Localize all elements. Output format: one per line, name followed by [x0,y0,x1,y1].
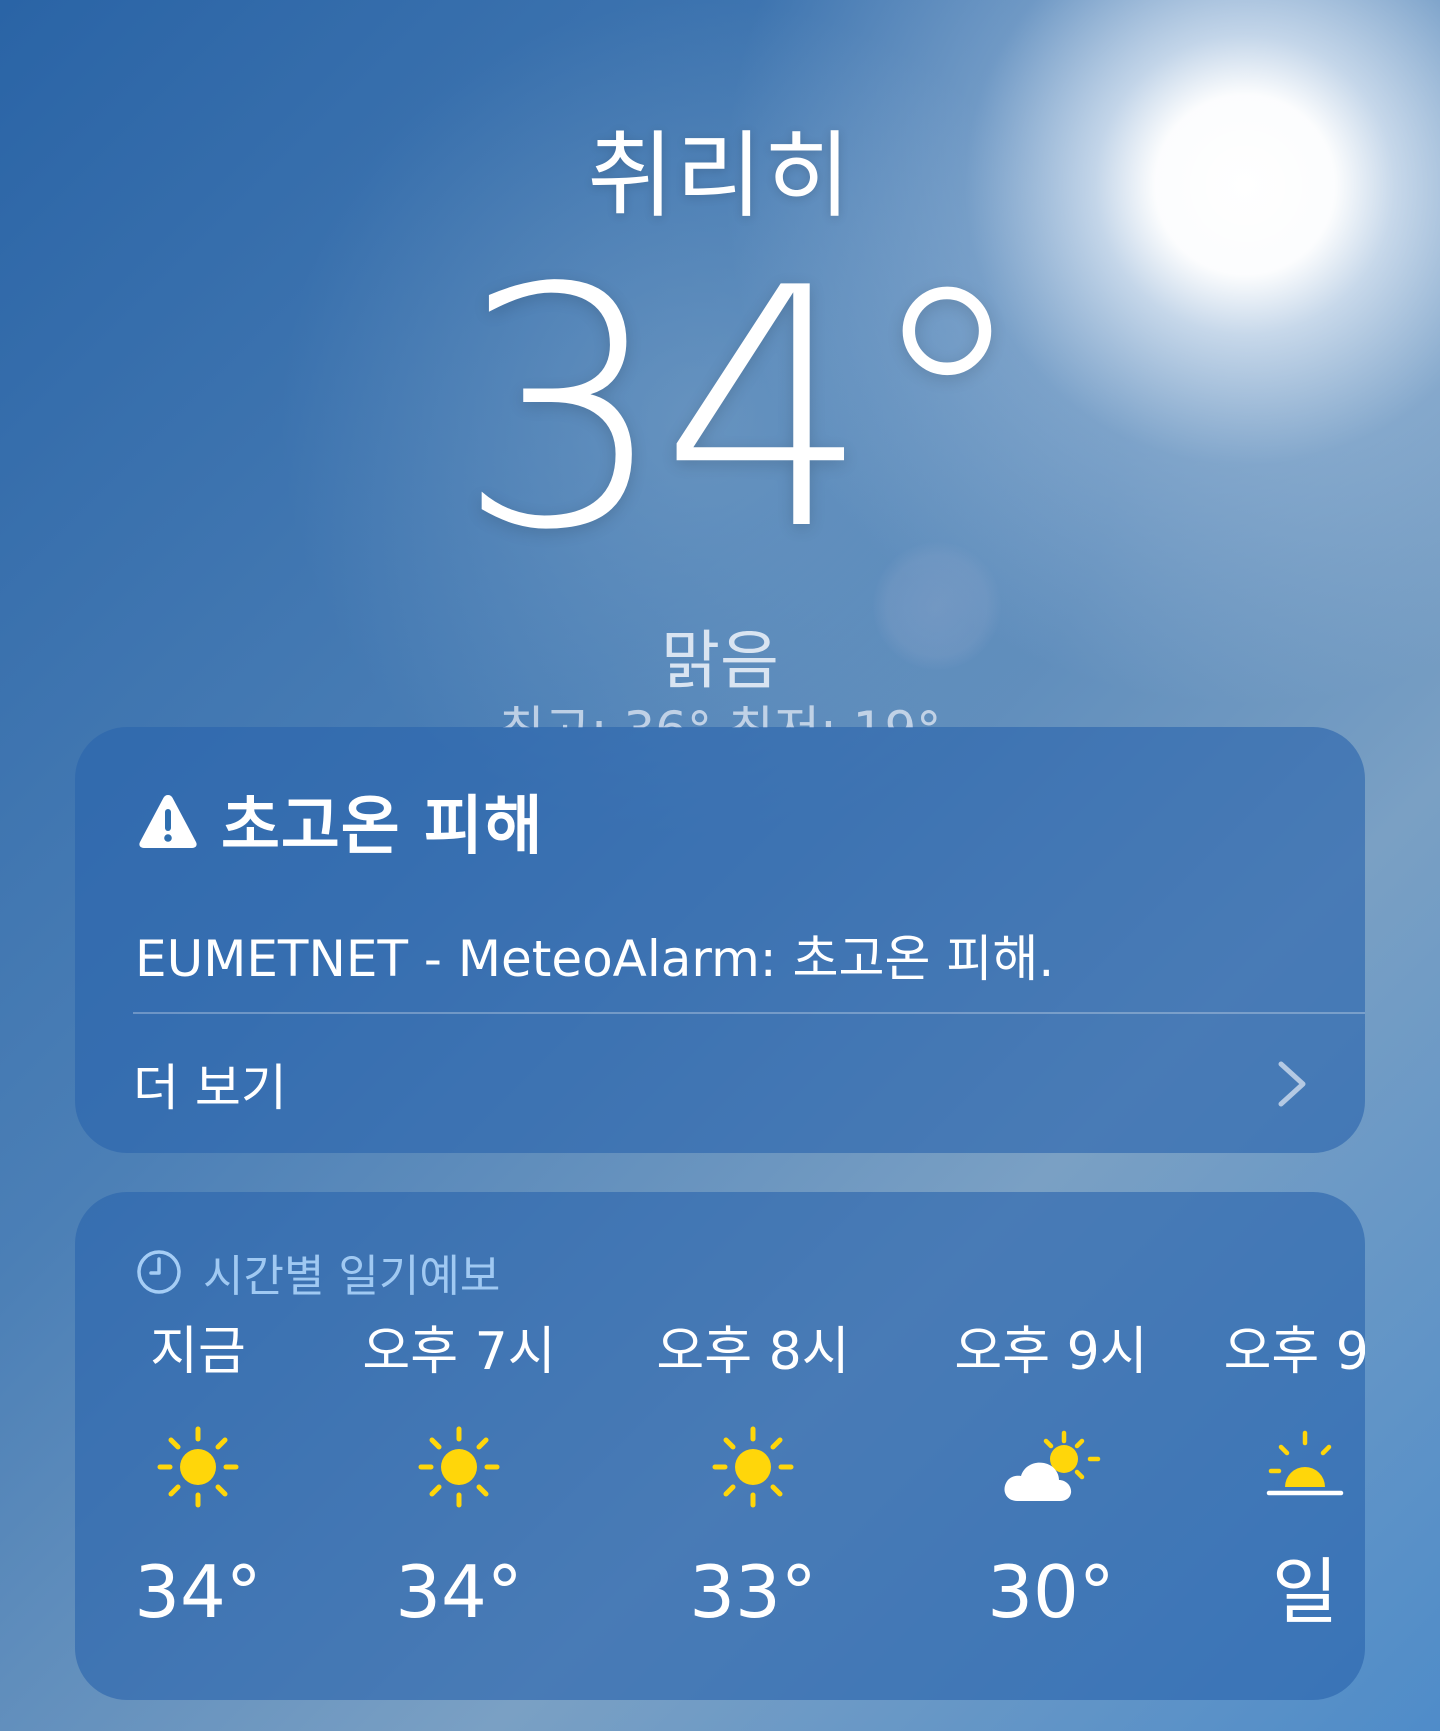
hour-item[interactable]: 오후 7시 34° [334,1312,584,1642]
hour-temperature: 34° [134,1550,262,1634]
hourly-forecast-header: 시간별 일기예보 [135,1240,500,1304]
high-low-temperature: 최고: 36° 최저: 19° [0,690,1440,728]
hour-label: 지금 [150,1322,246,1382]
weather-condition: 맑음 [661,625,779,699]
hour-item[interactable]: 오후 8시 33° [628,1312,878,1642]
hourly-forecast-card[interactable]: 시간별 일기예보 지금 34° 오후 7시 34° 오후 8시 33° 오후 9… [75,1192,1365,1700]
partly-cloudy-icon [926,1392,1176,1542]
hour-label: 오후 9시 [954,1322,1148,1382]
see-more-button[interactable]: 더 보기 [133,1014,1365,1153]
severe-weather-alert-card[interactable]: 초고온 피해 EUMETNET - MeteoAlarm: 초고온 피해. 더 … [75,727,1365,1153]
hourly-forecast-title: 시간별 일기예보 [203,1251,501,1302]
hour-label: 오후 8시 [656,1322,850,1382]
clock-icon [137,1250,181,1294]
hour-temperature: 30° [987,1550,1115,1634]
sunset-icon [1180,1392,1365,1542]
sun-icon [334,1392,584,1542]
hour-label: 오후 7시 [362,1322,556,1382]
alert-description: EUMETNET - MeteoAlarm: 초고온 피해. [135,930,1055,988]
warning-triangle-icon [139,795,197,848]
see-more-label: 더 보기 [133,1058,287,1117]
alert-title-row: 초고온 피해 [137,775,544,867]
hour-temperature: 34° [395,1550,523,1634]
chevron-right-icon [1278,1061,1306,1106]
hour-label: 오후 9: [1223,1322,1365,1382]
hour-item[interactable]: 오후 9: 일 [1180,1312,1365,1642]
sun-icon [75,1392,323,1542]
alert-title: 초고온 피해 [221,790,544,864]
city-name: 취리히 [587,122,853,231]
current-temperature: 34° [456,218,1030,602]
hour-item[interactable]: 지금 34° [75,1312,323,1642]
hour-temperature: 33° [689,1550,817,1634]
sun-icon [628,1392,878,1542]
hour-item[interactable]: 오후 9시 30° [926,1312,1176,1642]
hourly-scroll-row[interactable]: 지금 34° 오후 7시 34° 오후 8시 33° 오후 9시 30° 오후 … [75,1312,1365,1692]
hour-temperature: 일 [1271,1550,1339,1634]
